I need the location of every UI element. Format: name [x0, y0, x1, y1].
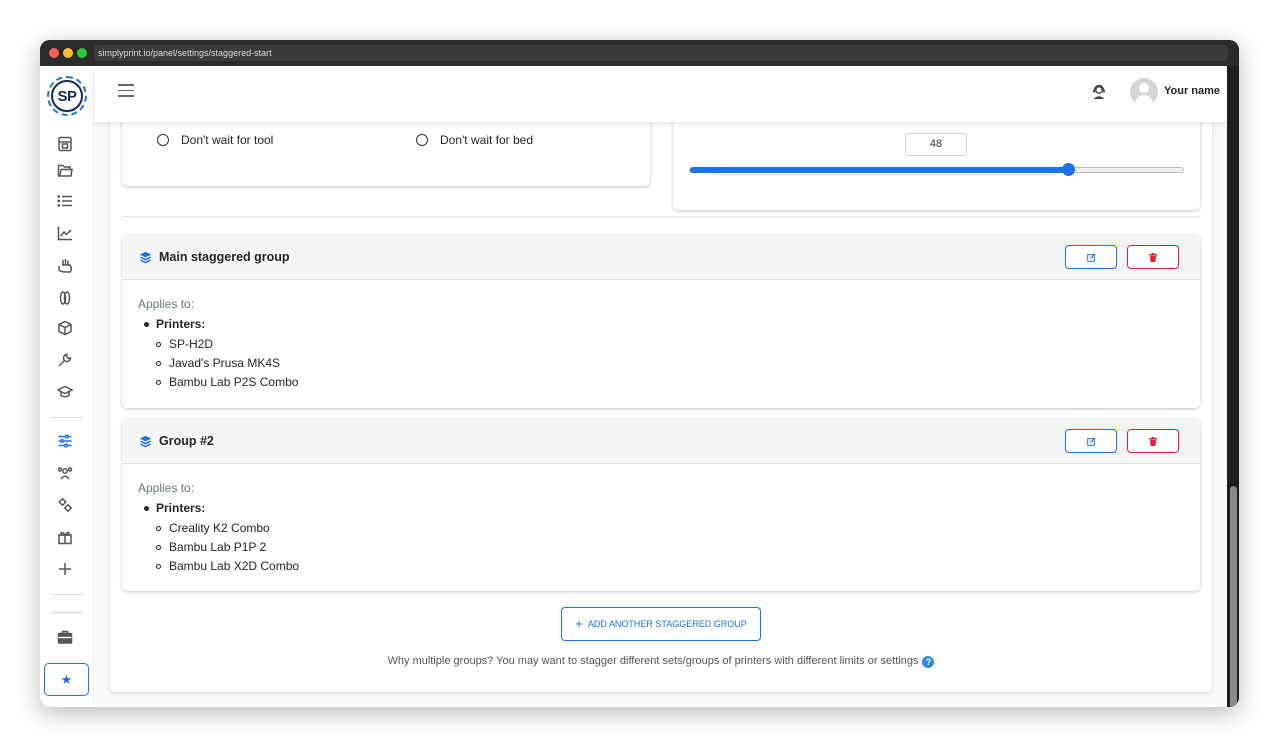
group-body: Applies to: Printers: SP-H2D Javad's Pru…	[138, 297, 298, 392]
menu-toggle-icon[interactable]	[118, 84, 134, 98]
printer-list-item: Bambu Lab X2D Combo	[138, 557, 299, 576]
chart-line-icon	[57, 226, 72, 241]
slider-value-input[interactable]: 48	[905, 133, 967, 156]
trash-icon	[1149, 252, 1157, 262]
sidebar-item-files[interactable]	[54, 160, 76, 182]
printers-label: Printers:	[138, 317, 298, 335]
minimize-window-button[interactable]	[63, 48, 73, 58]
page-scrollbar[interactable]	[1227, 66, 1239, 707]
printer-list-item: SP-H2D	[138, 335, 298, 354]
hand-icon	[58, 259, 73, 273]
multiple-groups-hint: Why multiple groups? You may want to sta…	[110, 655, 1212, 668]
users-icon	[57, 467, 73, 480]
spool-icon	[59, 291, 71, 305]
staggered-group-card: Main staggered group Applies to: Printer…	[122, 235, 1200, 408]
sidebar-divider	[51, 594, 83, 595]
edit-icon	[1086, 252, 1096, 262]
logo-text: SP	[51, 80, 83, 112]
favorites-button[interactable]: ★	[44, 663, 89, 696]
briefcase-icon	[57, 630, 73, 644]
printer-list-item: Bambu Lab P2S Combo	[138, 373, 298, 392]
gift-icon	[58, 531, 72, 545]
cube-icon	[58, 320, 72, 336]
printer-icon	[58, 136, 72, 152]
wrench-icon	[58, 353, 72, 367]
printers-label: Printers:	[138, 501, 299, 519]
group-header: Main staggered group	[122, 235, 1200, 280]
plus-icon	[59, 563, 71, 575]
sidebar-item-gift[interactable]	[54, 526, 76, 548]
sidebar-divider	[51, 417, 83, 418]
applies-to-label: Applies to:	[138, 481, 195, 495]
sidebar-item-printers[interactable]	[54, 133, 76, 155]
sidebar-item-add[interactable]	[54, 558, 76, 580]
applies-to-label: Applies to:	[138, 297, 195, 311]
sidebar-item-hand[interactable]	[54, 254, 76, 276]
delete-group-button[interactable]	[1127, 429, 1179, 453]
dont-wait-tool-label: Don't wait for tool	[181, 133, 274, 147]
hint-text: Why multiple groups? You may want to sta…	[387, 655, 919, 667]
help-icon[interactable]: ?	[922, 656, 935, 668]
printer-list-item: Creality K2 Combo	[138, 519, 299, 538]
folder-icon	[57, 164, 73, 177]
layers-icon	[139, 251, 152, 264]
staggered-start-settings: 200 ° 20 ° Don't wait for tool Don't wai…	[110, 102, 1212, 692]
sidebar-item-education[interactable]	[54, 381, 76, 403]
list-icon	[57, 195, 72, 207]
graduation-cap-icon	[57, 385, 73, 398]
radio-circle[interactable]	[416, 134, 428, 146]
layers-icon	[139, 435, 152, 448]
staggered-group-card: Group #2 Applies to: Printers: Creality …	[122, 419, 1200, 591]
group-header: Group #2	[122, 419, 1200, 464]
trash-icon	[1149, 436, 1157, 446]
maximize-window-button[interactable]	[77, 48, 87, 58]
sliders-icon	[58, 434, 72, 448]
printer-list-item: Javad's Prusa MK4S	[138, 354, 298, 373]
user-name[interactable]: Your name	[1164, 85, 1220, 97]
star-icon: ★	[60, 671, 73, 687]
interval-slider[interactable]	[689, 163, 1184, 176]
edit-group-button[interactable]	[1065, 429, 1117, 453]
plus-icon: +	[575, 616, 583, 631]
sidebar-item-settings[interactable]	[54, 430, 76, 452]
add-staggered-group-label: ADD ANOTHER STAGGERED GROUP	[587, 619, 747, 629]
sidebar-item-integrations[interactable]	[54, 494, 76, 516]
close-window-button[interactable]	[49, 48, 59, 58]
sidebar-item-queue[interactable]	[54, 190, 76, 212]
printer-list-item: Bambu Lab P1P 2	[138, 538, 299, 557]
simplyprint-logo[interactable]: SP	[47, 76, 87, 116]
section-divider	[122, 216, 1200, 217]
edit-group-button[interactable]	[1065, 245, 1117, 269]
slider-thumb[interactable]	[1062, 163, 1076, 176]
scrollbar-thumb[interactable]	[1230, 486, 1237, 707]
sidebar-item-statistics[interactable]	[54, 222, 76, 244]
dont-wait-bed-label: Don't wait for bed	[440, 133, 534, 147]
sidebar: SP ★	[40, 66, 94, 707]
avatar[interactable]	[1130, 78, 1158, 106]
gears-icon	[58, 498, 72, 512]
dont-wait-tool-radio[interactable]: Don't wait for tool	[157, 133, 273, 147]
sidebar-item-models[interactable]	[54, 317, 76, 339]
group-body: Applies to: Printers: Creality K2 Combo …	[138, 481, 299, 576]
group-title: Main staggered group	[159, 250, 290, 264]
url-bar[interactable]: simplyprint.io/panel/settings/staggered-…	[94, 45, 1228, 61]
sidebar-divider	[51, 612, 83, 613]
add-staggered-group-button[interactable]: + ADD ANOTHER STAGGERED GROUP	[561, 607, 761, 641]
radio-circle[interactable]	[157, 134, 169, 146]
top-header: Your name	[94, 66, 1227, 122]
slider-fill	[690, 167, 1069, 173]
sidebar-item-business[interactable]	[54, 626, 76, 648]
delete-group-button[interactable]	[1127, 245, 1179, 269]
browser-titlebar: simplyprint.io/panel/settings/staggered-…	[40, 40, 1239, 66]
sidebar-item-maintenance[interactable]	[54, 349, 76, 371]
sidebar-item-users[interactable]	[54, 462, 76, 484]
support-agent-icon[interactable]	[1090, 83, 1108, 101]
page-viewport: SP ★ Your name Don't wait for tool Don't…	[40, 66, 1227, 707]
browser-window: simplyprint.io/panel/settings/staggered-…	[40, 40, 1239, 707]
group-title: Group #2	[159, 434, 214, 448]
dont-wait-bed-radio[interactable]: Don't wait for bed	[416, 133, 533, 147]
edit-icon	[1086, 436, 1096, 446]
sidebar-item-filament[interactable]	[54, 287, 76, 309]
